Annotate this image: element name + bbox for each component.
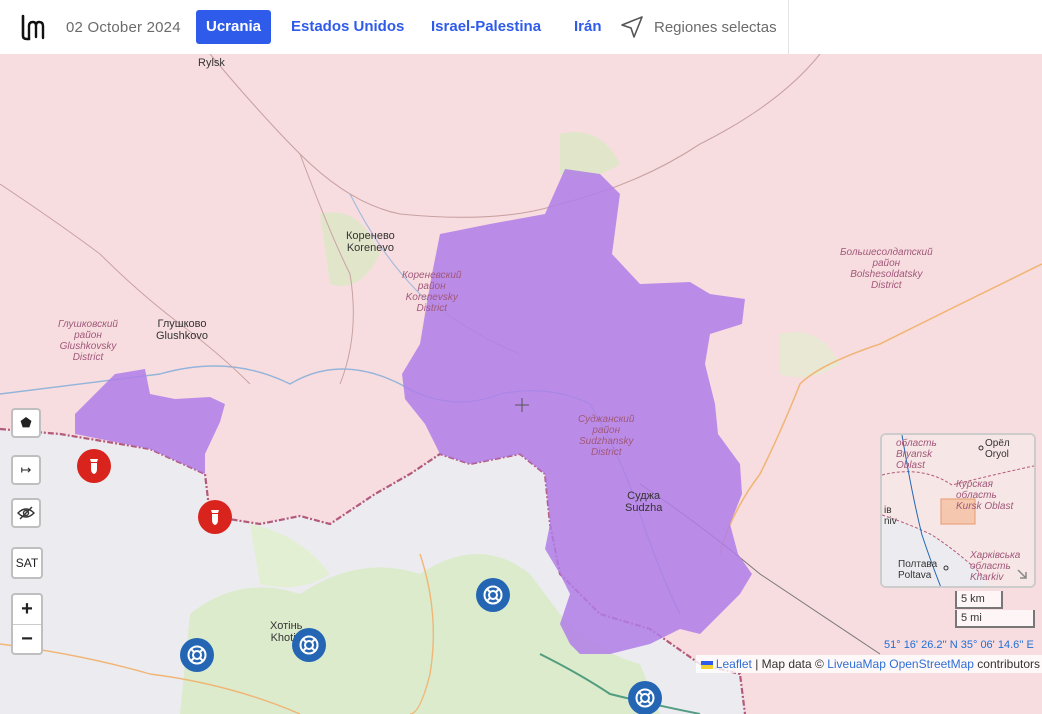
- place-label-rylsk: Rylsk: [198, 57, 225, 69]
- zoom-control: + −: [11, 593, 43, 655]
- minimap-label-poltava: Полтава Poltava: [898, 559, 938, 581]
- zoom-out-button[interactable]: −: [13, 625, 41, 654]
- minimap-label-kharkiv: Харківська область Kharkiv: [970, 550, 1021, 583]
- hide-layers-button[interactable]: [11, 498, 41, 528]
- zoom-in-button[interactable]: +: [13, 595, 41, 625]
- scale-mi: 5 mi: [955, 610, 1035, 628]
- contributors-text: contributors: [973, 657, 1040, 671]
- map-data-text: | Map data ©: [751, 657, 828, 671]
- cursor-coordinates: 51° 16' 26.2'' N 35° 06' 14.6'' E: [884, 639, 1034, 651]
- bomb-icon: [211, 510, 219, 525]
- minimap-label-kursk: Курская область Kursk Oblast: [956, 479, 1014, 512]
- map-attribution: Leaflet | Map data © LiveuaMap OpenStree…: [695, 655, 1042, 673]
- minimap-label-partial: ів niv: [884, 505, 897, 527]
- header-divider: [788, 0, 789, 54]
- district-label-glushkovsky: Глушковский район Glushkovsky District: [58, 319, 118, 363]
- lifebuoy-icon: [187, 645, 207, 665]
- bomb-icon: [90, 459, 98, 474]
- district-label-bolshesoldatsky: Большесолдатский район Bolshesoldatsky D…: [840, 247, 933, 291]
- top-navigation-bar: 02 October 2024 Ucrania Estados Unidos I…: [0, 0, 1042, 54]
- lifebuoy-icon: [483, 585, 503, 605]
- eye-slash-icon: [17, 506, 35, 520]
- nav-tab-ucrania[interactable]: Ucrania: [196, 10, 272, 44]
- lifebuoy-icon: [299, 635, 319, 655]
- openstreetmap-link[interactable]: OpenStreetMap: [889, 657, 974, 671]
- regions-menu[interactable]: Regiones selectas: [620, 16, 777, 38]
- scale-km: 5 km: [955, 591, 1003, 609]
- military-marker[interactable]: [476, 578, 510, 612]
- minimap-label-oryol: Орёл Oryol: [985, 438, 1010, 460]
- attack-marker[interactable]: [198, 500, 232, 534]
- draw-polygon-button[interactable]: ⬟: [11, 408, 41, 438]
- ukraine-flag-icon: [700, 660, 713, 669]
- military-marker[interactable]: [292, 628, 326, 662]
- navigation-arrow-icon: [621, 16, 643, 38]
- minimap-toggle-icon[interactable]: [1016, 568, 1028, 580]
- lifebuoy-icon: [635, 688, 655, 708]
- regions-label: Regiones selectas: [654, 18, 777, 36]
- nav-tab-estados-unidos[interactable]: Estados Unidos: [281, 10, 414, 44]
- nav-tab-israel-palestina[interactable]: Israel-Palestina: [421, 10, 551, 44]
- map-canvas[interactable]: Rylsk Коренево Korenevo Глушково Glushko…: [0, 54, 1042, 714]
- minimap-label-bryansk: область Bryansk Oblast: [896, 438, 937, 471]
- place-label-sudzha: Суджа Sudzha: [625, 490, 663, 514]
- map-base-layer: [0, 54, 1042, 714]
- minimap[interactable]: область Bryansk Oblast Орёл Oryol Курска…: [880, 433, 1036, 588]
- nav-tab-iran[interactable]: Irán: [564, 10, 612, 44]
- attack-marker[interactable]: [77, 449, 111, 483]
- liveuamap-logo[interactable]: [20, 12, 46, 42]
- measure-button[interactable]: ↦: [11, 455, 41, 485]
- leaflet-link[interactable]: Leaflet: [716, 657, 752, 671]
- district-label-korenevsky: Кореневский район Korenevsky District: [402, 270, 462, 314]
- military-marker[interactable]: [180, 638, 214, 672]
- place-label-glushkovo: Глушково Glushkovo: [156, 318, 208, 342]
- current-date[interactable]: 02 October 2024: [66, 19, 181, 36]
- satellite-toggle-button[interactable]: SAT: [11, 547, 43, 579]
- place-label-korenevo: Коренево Korenevo: [346, 230, 395, 254]
- liveuamap-link[interactable]: LiveuaMap: [827, 657, 886, 671]
- military-marker[interactable]: [628, 681, 662, 714]
- district-label-sudzhansky: Суджанский район Sudzhansky District: [578, 414, 635, 458]
